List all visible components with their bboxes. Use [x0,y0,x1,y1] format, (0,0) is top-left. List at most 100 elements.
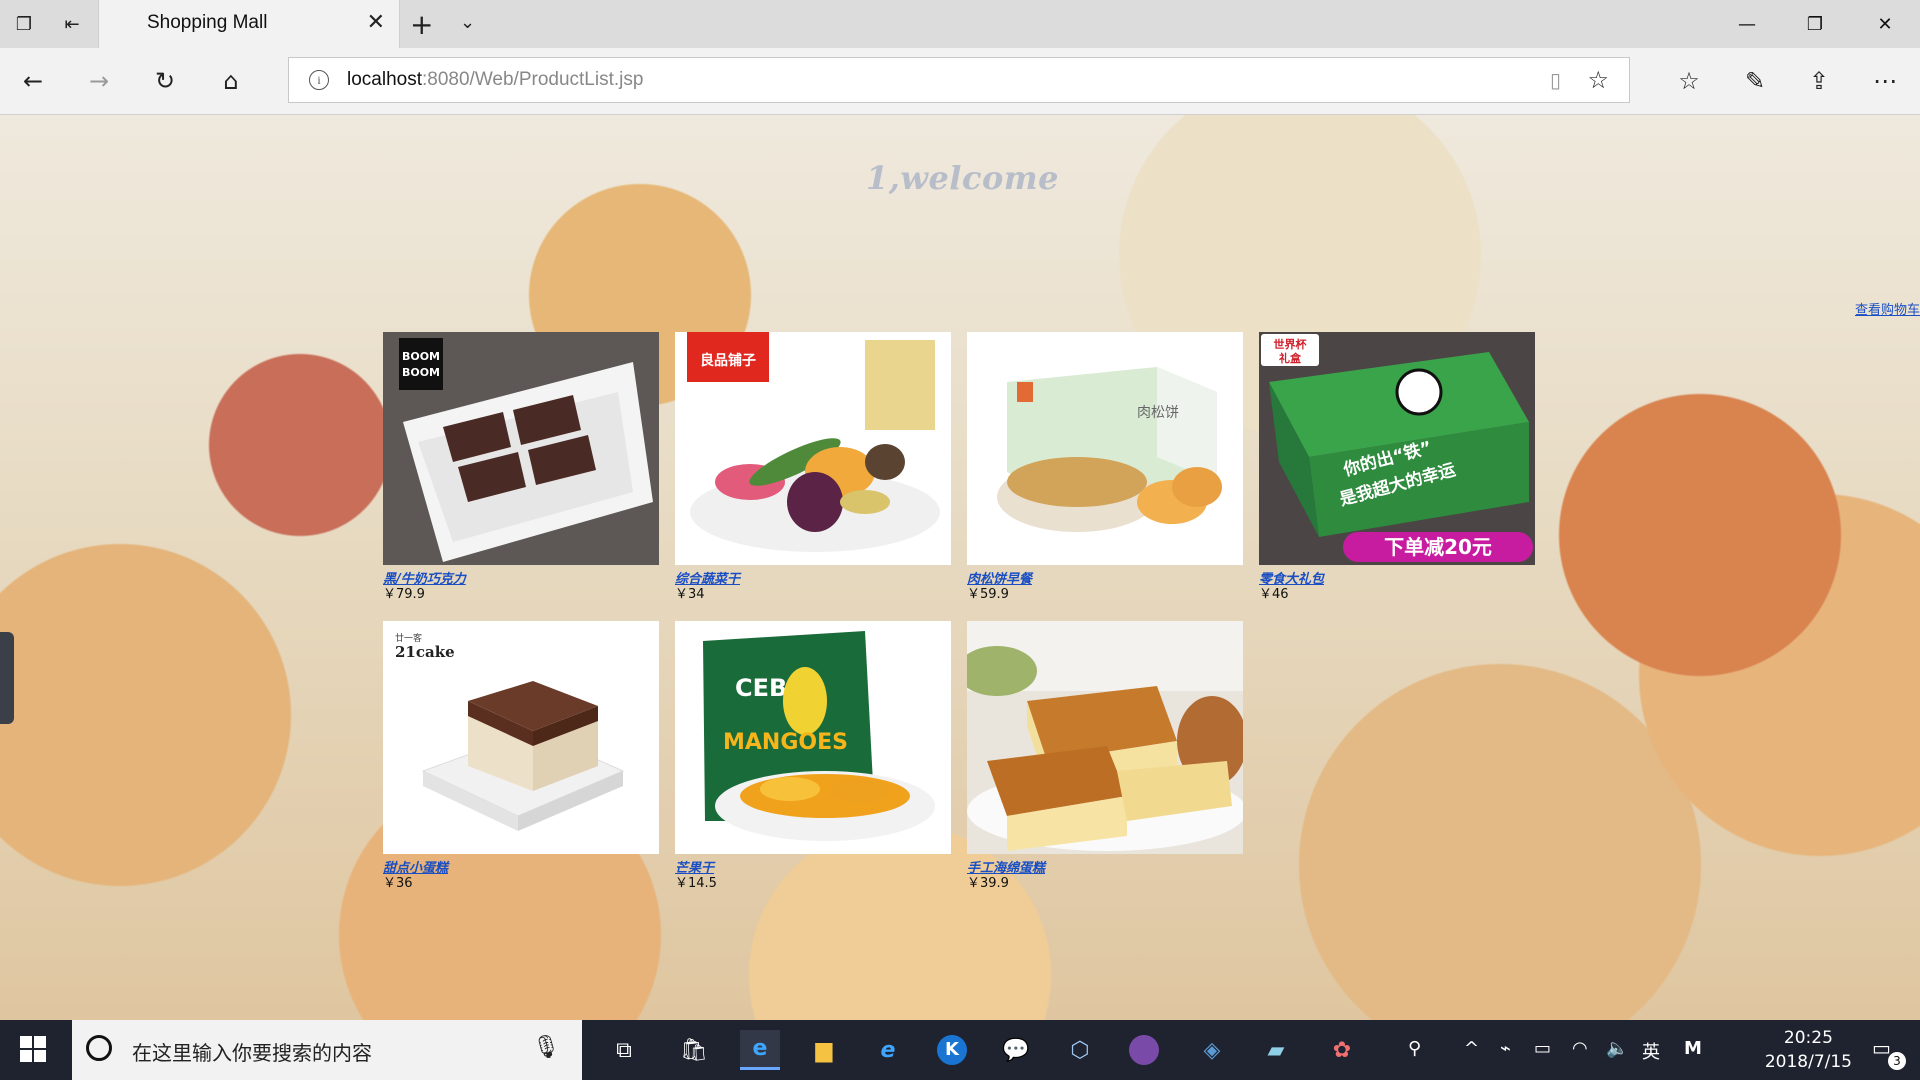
product-price: ￥79.9 [383,587,425,602]
taskbar: 在这里输入你要搜索的内容 🎙 ⧉ 🛍 e ▆ e K 💬 ⬡ ◈ ▰ ✿ ⚲ ^… [0,1020,1920,1080]
info-icon[interactable]: i [309,70,329,90]
notification-icon[interactable]: ▭ 3 [1872,1036,1906,1070]
view-cart-link[interactable]: 查看购物车 [1855,299,1920,318]
product-image[interactable]: CEBU MANGOES [675,621,951,854]
product-name[interactable]: 零食大礼包 [1259,572,1535,587]
edge-icon[interactable]: e [740,1030,780,1070]
product-card: 手工海绵蛋糕 ￥39.9 [967,621,1243,892]
share-icon[interactable]: ⇪ [1802,64,1836,98]
dried-mango-illustration: CEBU MANGOES [675,621,951,854]
file-explorer-icon[interactable]: ▆ [804,1030,844,1070]
address-path: :8080/Web/ProductList.jsp [422,69,644,90]
svg-text:BOOM: BOOM [402,366,440,379]
svg-text:世界杯: 世界杯 [1274,337,1308,351]
box-app-icon[interactable]: ⬡ [1060,1030,1100,1070]
tab-set-aside-icon[interactable]: ❐ [10,10,38,38]
store-icon[interactable]: 🛍 [674,1030,714,1070]
ime-indicator[interactable]: 英 [1642,1038,1660,1064]
svg-text:下单减20元: 下单减20元 [1384,535,1492,559]
product-name[interactable]: 手工海绵蛋糕 [967,861,1243,876]
product-card: CEBU MANGOES 芒果干 ￥14.5 [675,621,951,892]
product-price: ￥14.5 [675,876,717,891]
vs-app-icon[interactable]: ◈ [1192,1030,1232,1070]
product-image[interactable]: BOOM BOOM [383,332,659,565]
cortana-icon[interactable] [86,1035,112,1061]
chevron-down-icon[interactable]: ⌄ [460,12,475,33]
restore-icon[interactable]: ❐ [1792,10,1838,38]
tool-app-icon[interactable]: ▰ [1256,1030,1296,1070]
svg-text:21cake: 21cake [395,643,455,661]
product-card: 良品铺子 综合蔬菜干 ￥34 [675,332,951,603]
refresh-icon[interactable]: ↻ [148,64,182,98]
chevron-up-icon[interactable]: ^ [1464,1038,1479,1059]
clock-time: 20:25 [1783,1028,1833,1048]
page-content: 1,welcome 查看购物车 BOOM BOOM 黑/牛奶巧克力 ￥79.9 … [0,115,1920,1020]
svg-text:BOOM: BOOM [402,350,440,363]
svg-text:良品铺子: 良品铺子 [700,352,756,369]
product-image[interactable]: 肉松饼 [967,332,1243,565]
usb-icon[interactable]: ⌁ [1500,1038,1511,1059]
notification-count: 3 [1888,1052,1906,1070]
product-price: ￥36 [383,876,413,891]
pen-icon[interactable]: ✎ [1738,64,1772,98]
plus-icon[interactable]: + [410,8,433,41]
tab-strip: ❐ ⇤ Shopping Mall ✕ + ⌄ — ❐ ✕ [0,0,1920,48]
side-widget[interactable] [0,632,14,724]
product-image[interactable] [967,621,1243,854]
product-price: ￥39.9 [967,876,1009,891]
ie-icon[interactable]: e [868,1030,908,1070]
gift-box-illustration: 世界杯 礼盒 你的出“铁” 是我超大的幸运 下单减20元 [1259,332,1535,565]
windows-start-icon[interactable] [20,1036,48,1064]
address-url[interactable]: localhost:8080/Web/ProductList.jsp [347,69,643,91]
favorites-icon[interactable]: ☆ [1672,64,1706,98]
microphone-icon[interactable]: 🎙 [532,1035,560,1060]
product-price: ￥34 [675,587,705,602]
github-icon[interactable] [1124,1030,1164,1070]
product-image[interactable]: 良品铺子 [675,332,951,565]
svg-text:MANGOES: MANGOES [723,730,848,755]
address-host: localhost [347,69,422,90]
product-name[interactable]: 芒果干 [675,861,951,876]
people-icon[interactable]: ⚲ [1408,1038,1421,1059]
product-card: 廿一客 21cake 甜点小蛋糕 ￥36 [383,621,659,892]
star-icon[interactable]: ☆ [1587,66,1609,94]
pastry-box-illustration: 肉松饼 [967,332,1243,565]
product-image[interactable]: 廿一客 21cake [383,621,659,854]
product-name[interactable]: 甜点小蛋糕 [383,861,659,876]
wechat-icon[interactable]: 💬 [996,1030,1036,1070]
battery-icon[interactable]: ▭ [1534,1038,1551,1059]
k-app-icon[interactable]: K [932,1030,972,1070]
tab-shopping-mall[interactable]: Shopping Mall ✕ [98,0,400,48]
close-window-icon[interactable]: ✕ [1862,10,1908,38]
volume-icon[interactable]: 🔈 [1606,1038,1628,1059]
tab-preview-icon[interactable]: ⇤ [58,10,86,38]
sponge-cake-illustration [967,621,1243,854]
tab-title: Shopping Mall [147,12,268,33]
cake-illustration: 廿一客 21cake [383,621,659,854]
more-icon[interactable]: ⋯ [1868,64,1902,98]
task-view-icon[interactable]: ⧉ [604,1030,644,1070]
clock[interactable]: 20:25 2018/7/15 [1765,1026,1852,1074]
address-bar[interactable]: i localhost:8080/Web/ProductList.jsp ▯ ☆ [288,57,1630,103]
navigation-bar: ← → ↻ ⌂ i localhost:8080/Web/ProductList… [0,48,1920,115]
close-icon[interactable]: ✕ [367,10,385,35]
forward-icon[interactable]: → [82,64,116,98]
reading-view-icon[interactable]: ▯ [1550,68,1561,92]
svg-text:肉松饼: 肉松饼 [1137,405,1179,421]
m-app-icon[interactable]: M [1684,1038,1702,1059]
home-icon[interactable]: ⌂ [214,64,248,98]
minimize-icon[interactable]: — [1724,10,1770,38]
product-image[interactable]: 世界杯 礼盒 你的出“铁” 是我超大的幸运 下单减20元 [1259,332,1535,565]
product-name[interactable]: 黑/牛奶巧克力 [383,572,659,587]
wifi-icon[interactable]: ◠ [1572,1038,1588,1059]
paint-app-icon[interactable]: ✿ [1322,1030,1362,1070]
clock-date: 2018/7/15 [1764,1052,1852,1072]
back-icon[interactable]: ← [16,64,50,98]
taskbar-search[interactable]: 在这里输入你要搜索的内容 🎙 [72,1020,582,1080]
chocolate-illustration: BOOM BOOM [383,332,659,565]
product-name[interactable]: 综合蔬菜干 [675,572,951,587]
svg-text:礼盒: 礼盒 [1279,351,1302,365]
search-placeholder: 在这里输入你要搜索的内容 [132,1041,372,1065]
product-price: ￥46 [1259,587,1289,602]
product-name[interactable]: 肉松饼早餐 [967,572,1243,587]
